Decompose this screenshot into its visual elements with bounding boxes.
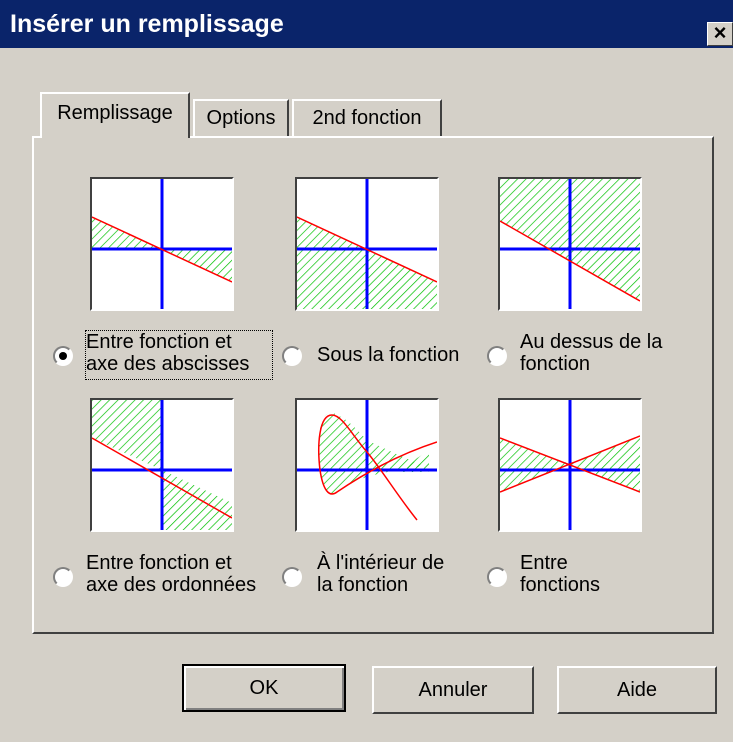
radio-between-functions[interactable] — [487, 567, 507, 587]
close-button[interactable]: × — [707, 22, 733, 46]
radio-under-function[interactable] — [282, 346, 302, 366]
preview-between-function-x-axis — [90, 177, 234, 311]
tab-options[interactable]: Options — [193, 99, 289, 137]
help-button[interactable]: Aide — [557, 666, 717, 714]
option-label-above-function[interactable]: Au dessus de la fonction — [520, 331, 662, 375]
close-icon: × — [713, 20, 727, 45]
window-title: Insérer un remplissage — [10, 10, 284, 38]
preview-between-function-y-axis — [90, 398, 234, 532]
option-label-between-function-x-axis[interactable]: Entre fonction et axe des abscisses — [85, 330, 273, 380]
option-label-between-functions[interactable]: Entre fonctions — [520, 552, 600, 596]
radio-above-function[interactable] — [487, 346, 507, 366]
ok-button[interactable]: OK — [182, 664, 346, 712]
radio-between-function-y-axis[interactable] — [53, 567, 73, 587]
tab-remplissage[interactable]: Remplissage — [40, 92, 190, 138]
radio-inside-function[interactable] — [282, 567, 302, 587]
tab-2nd-fonction[interactable]: 2nd fonction — [292, 99, 442, 137]
cancel-button[interactable]: Annuler — [372, 666, 534, 714]
option-label-inside-function[interactable]: À l'intérieur de la fonction — [317, 552, 444, 596]
option-label-between-function-y-axis[interactable]: Entre fonction et axe des ordonnées — [86, 552, 256, 596]
preview-inside-function — [295, 398, 439, 532]
preview-under-function — [295, 177, 439, 311]
title-bar: Insérer un remplissage × — [0, 0, 733, 48]
preview-above-function — [498, 177, 642, 311]
radio-between-function-x-axis[interactable] — [53, 346, 73, 366]
option-label-under-function[interactable]: Sous la fonction — [317, 344, 459, 366]
preview-between-functions — [498, 398, 642, 532]
